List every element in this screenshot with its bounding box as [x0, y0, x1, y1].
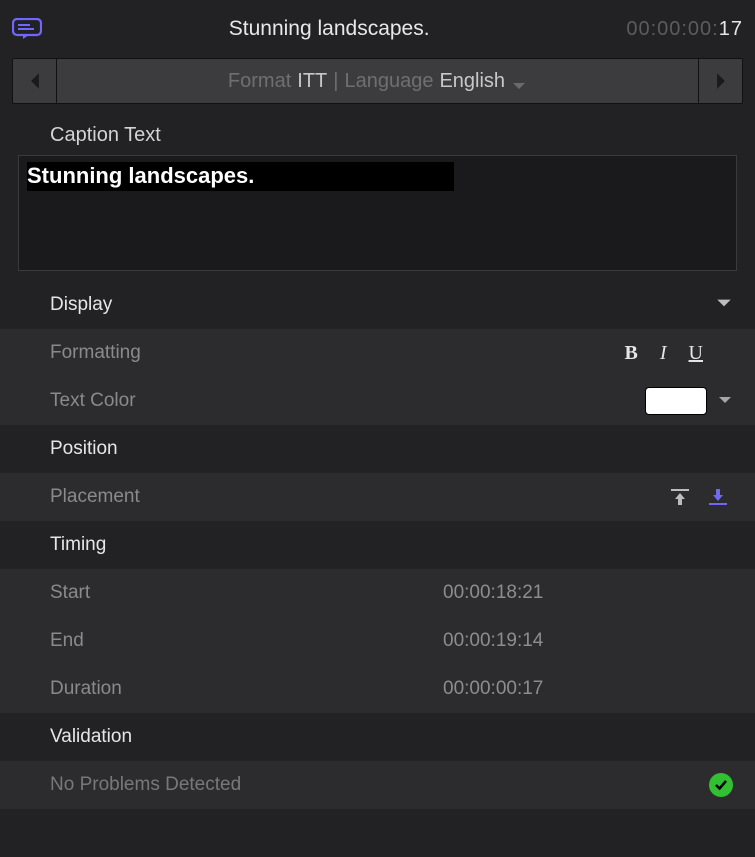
placement-top-button[interactable] — [669, 487, 691, 507]
chevron-down-icon — [715, 294, 733, 316]
timing-section-header: Timing — [0, 521, 755, 569]
format-language-dropdown[interactable]: Format ITT | Language English — [57, 59, 698, 103]
caption-text-value: Stunning landscapes. — [27, 162, 454, 191]
prev-caption-button[interactable] — [13, 59, 57, 103]
validation-section-header: Validation — [0, 713, 755, 761]
placement-bottom-button[interactable] — [707, 487, 729, 507]
formatting-row: Formatting B I U — [0, 329, 755, 377]
text-color-dropdown[interactable] — [717, 390, 733, 412]
timing-end-row: End 00:00:19:14 — [0, 617, 755, 665]
end-time-field[interactable]: 00:00:19:14 — [443, 630, 733, 652]
next-caption-button[interactable] — [698, 59, 742, 103]
validation-ok-icon — [709, 773, 733, 797]
display-section-header[interactable]: Display — [0, 281, 755, 329]
caption-text-input[interactable]: Stunning landscapes. — [18, 155, 737, 271]
caption-text-label: Caption Text — [0, 114, 755, 155]
format-language-bar: Format ITT | Language English — [12, 58, 743, 104]
text-color-row: Text Color — [0, 377, 755, 425]
validation-status-row: No Problems Detected — [0, 761, 755, 809]
position-section-header: Position — [0, 425, 755, 473]
duration-timecode: 00:00:00:17 — [626, 18, 743, 41]
chevron-down-icon — [511, 75, 527, 87]
timing-duration-row: Duration 00:00:00:17 — [0, 665, 755, 713]
italic-button[interactable]: I — [660, 342, 667, 365]
duration-time-field[interactable]: 00:00:00:17 — [443, 678, 733, 700]
start-time-field[interactable]: 00:00:18:21 — [443, 582, 733, 604]
timing-start-row: Start 00:00:18:21 — [0, 569, 755, 617]
underline-button[interactable]: U — [689, 342, 703, 365]
placement-row: Placement — [0, 473, 755, 521]
caption-title: Stunning landscapes. — [32, 17, 626, 41]
text-color-swatch[interactable] — [645, 387, 707, 415]
bold-button[interactable]: B — [625, 342, 638, 365]
